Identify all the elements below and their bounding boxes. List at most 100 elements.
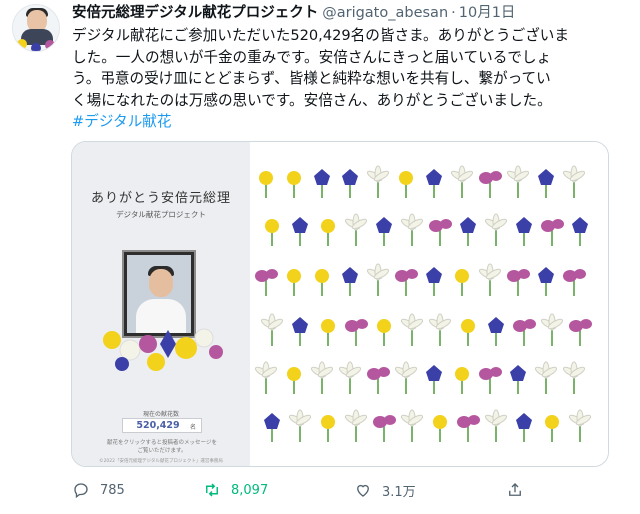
flower-head — [321, 415, 335, 429]
flower-petal — [490, 171, 502, 181]
flower-head — [516, 217, 532, 233]
tweet-text-line: く場になれたのは万感の思いです。安倍さん、ありがとうございました。 — [72, 91, 552, 109]
flower-yellow — [433, 415, 447, 442]
flower-white — [288, 409, 312, 442]
flower-head — [545, 415, 559, 429]
flower-yellow — [287, 171, 301, 198]
flower-blue — [426, 169, 442, 198]
flower-white — [562, 361, 586, 394]
user-handle[interactable]: @arigato_abesan — [322, 5, 448, 21]
flower-white — [366, 263, 390, 296]
flower-blue — [516, 413, 532, 442]
avatar[interactable] — [12, 4, 60, 52]
flower-blue — [376, 217, 392, 246]
display-name[interactable]: 安倍元総理デジタル献花プロジェクト — [72, 5, 318, 21]
flower-white — [450, 165, 474, 198]
flower-petal — [518, 269, 530, 279]
flower-head — [287, 367, 301, 381]
flower-yellow — [315, 269, 329, 296]
tweet-image[interactable]: ありがとう安倍元総理 デジタル献花プロジェクト 現在の献花数 520,429 名… — [71, 141, 609, 467]
flower-yellow — [259, 171, 273, 198]
flower-head — [342, 267, 358, 283]
reply-button[interactable]: 785 — [72, 480, 125, 500]
flower-white — [344, 409, 368, 442]
flower-wall — [250, 142, 608, 466]
reply-count: 785 — [100, 482, 125, 498]
flower-pink — [345, 319, 368, 346]
flower-head — [426, 267, 442, 283]
hashtag-link[interactable]: #デジタル献花 — [72, 113, 172, 130]
flower-head — [342, 169, 358, 185]
like-count: 3.1万 — [382, 484, 416, 500]
flower-blue — [264, 413, 280, 442]
flower-pink — [563, 269, 586, 296]
flower-petal — [490, 367, 502, 377]
flower-white — [400, 409, 424, 442]
portrait-face — [149, 269, 173, 297]
reply-icon — [74, 483, 88, 499]
flower-white — [310, 361, 334, 394]
flower-head — [264, 413, 280, 429]
tweet[interactable]: 安倍元総理デジタル献花プロジェクト @arigato_abesan · 10月1日 デ… — [0, 0, 640, 514]
flower-petal — [468, 415, 480, 425]
flower-white — [506, 165, 530, 198]
like-button[interactable]: 3.1万 — [354, 480, 416, 500]
card-title: ありがとう安倍元総理 — [90, 191, 231, 206]
counter-unit: 名 — [189, 424, 196, 431]
flower-pink — [479, 171, 502, 198]
share-button[interactable] — [506, 480, 534, 500]
flower-yellow — [461, 319, 475, 346]
flower-pink — [429, 219, 452, 246]
flower-head — [399, 171, 413, 185]
retweet-count: 8,097 — [231, 482, 269, 498]
flower-pink — [513, 319, 536, 346]
flower-blue — [460, 217, 476, 246]
flower-yellow — [399, 171, 413, 198]
flower-white — [562, 165, 586, 198]
flower-petal — [552, 219, 564, 229]
tweet-date[interactable]: 10月1日 — [459, 5, 516, 21]
flower-white — [338, 361, 362, 394]
avatar-flower — [17, 39, 27, 49]
share-icon — [509, 483, 521, 496]
flower-head — [455, 269, 469, 283]
flower-head — [433, 415, 447, 429]
flower-pink — [507, 269, 530, 296]
flower-head — [287, 171, 301, 185]
flower-pink — [569, 319, 592, 346]
flower-blue — [426, 365, 442, 394]
flower-head — [461, 319, 475, 333]
flower-white — [478, 263, 502, 296]
flower-white — [400, 213, 424, 246]
flower-pink — [541, 219, 564, 246]
flower-petal — [378, 367, 390, 377]
flower-head — [460, 217, 476, 233]
flower-pink — [479, 367, 502, 394]
flower-head — [538, 169, 554, 185]
counter-value: 520,429 — [136, 420, 180, 431]
flower-head — [259, 171, 273, 185]
retweet-button[interactable]: 8,097 — [203, 480, 268, 500]
flower-head — [287, 269, 301, 283]
flower-white — [366, 165, 390, 198]
flower-petal — [356, 319, 368, 329]
flower-yellow — [377, 319, 391, 346]
flower-petal — [524, 319, 536, 329]
flower-head — [455, 367, 469, 381]
flower-pink — [395, 269, 418, 296]
flower-white — [260, 313, 284, 346]
flower-blue — [538, 267, 554, 296]
card-note-line: ご覧いただけます。 — [137, 447, 187, 454]
flower-blue — [538, 169, 554, 198]
tweet-text-line: う。弔意の受け皿にとどまらず、皆様と純粋な想いを共有し、繋がってい — [72, 70, 551, 88]
flower-head — [426, 365, 442, 381]
card-subtitle: デジタル献花プロジェクト — [116, 210, 206, 219]
flower-white — [568, 409, 592, 442]
flower-head — [516, 413, 532, 429]
flower-yellow — [321, 415, 335, 442]
flower-head — [510, 365, 526, 381]
flower-head — [265, 219, 279, 233]
flower-head — [321, 219, 335, 233]
card-note: 献花をクリックすると投稿者のメッセージを ご覧いただけます。 — [92, 440, 232, 455]
flower-blue — [510, 365, 526, 394]
